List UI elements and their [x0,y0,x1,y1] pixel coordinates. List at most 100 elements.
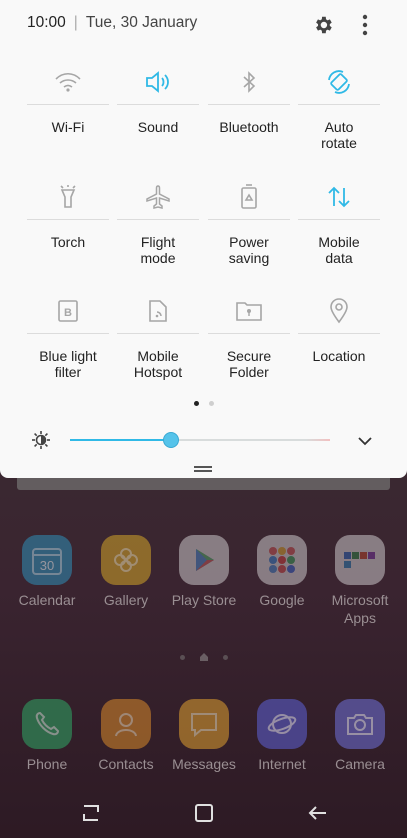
tile-label: Wi-Fi [51,119,85,135]
tile-icon-wrap: B [27,289,109,334]
app-messages[interactable]: Messages [165,699,243,773]
clock: 10:00 [27,14,66,31]
tile-mobile-data[interactable]: Mobile data [298,175,380,266]
hotspot-icon [149,300,167,322]
page-dot [222,654,228,660]
app-play-store[interactable]: Play Store [165,535,243,609]
app-label: Phone [26,756,68,772]
tile-secure-folder[interactable]: Secure Folder [208,289,290,380]
tile-mobile-hotspot[interactable]: Mobile Hotspot [117,289,199,380]
page-dot [208,401,214,406]
app-contacts[interactable]: Contacts [87,699,165,773]
tile-icon-wrap [117,175,199,220]
tile-auto-rotate[interactable]: Auto rotate [298,60,380,151]
brightness-icon [31,430,51,455]
secure-folder-icon [236,302,262,321]
settings-button[interactable] [310,12,336,38]
tile-blue-light-filter[interactable]: B Blue light filter [27,289,109,380]
app-label: Internet [258,756,306,772]
messages-icon [179,699,229,749]
gear-icon [316,16,332,34]
tile-icon-wrap [27,60,109,105]
app-label: Play Store [171,592,237,608]
tile-flight-mode[interactable]: Flight mode [117,175,199,266]
calendar-icon: 30 [22,535,72,585]
tile-power-saving[interactable]: Power saving [208,175,290,266]
navigation-bar [0,790,407,838]
recent-apps-button[interactable] [71,798,111,828]
app-camera[interactable]: Camera [321,699,399,773]
app-calendar[interactable]: 30 Calendar [8,535,86,609]
home-search-bar [17,478,390,490]
panel-drag-handle[interactable] [194,466,212,472]
back-arrow-icon [308,806,326,820]
brightness-track [171,439,330,441]
contacts-icon [101,699,151,749]
sound-icon [146,71,169,93]
brightness-slider-thumb[interactable] [163,432,180,448]
battery-icon [241,184,257,209]
google-folder-icon [257,535,307,585]
home-page-indicator [0,652,407,662]
airplane-icon [146,185,170,209]
brightness-track-fill [70,439,172,441]
app-label: Calendar [18,592,76,608]
tile-bluetooth[interactable]: Bluetooth [208,60,290,135]
tile-label: Power saving [228,234,270,266]
calendar-day: 30 [40,558,54,573]
tile-wifi[interactable]: Wi-Fi [27,60,109,135]
tile-label: Sound [137,119,179,135]
tile-icon-wrap [208,175,290,220]
play-store-icon [179,535,229,585]
tile-label: Location [312,348,366,364]
tile-icon-wrap [117,289,199,334]
blue-light-icon: B [58,300,78,322]
phone-icon [22,699,72,749]
auto-rotate-icon [328,70,350,94]
app-label: Microsoft Apps [331,592,389,626]
tile-icon-wrap [298,175,380,220]
svg-text:B: B [64,307,72,319]
page-dot-active [193,401,199,406]
more-options-button[interactable] [352,12,378,38]
tile-icon-wrap [208,60,290,105]
status-bar: 10:00 | Tue, 30 January [27,14,197,32]
chevron-down-icon [358,436,372,445]
quick-settings-panel: 10:00 | Tue, 30 January Wi-Fi Sound Blueto… [0,0,407,478]
quick-panel-page-indicator [0,401,407,406]
tile-location[interactable]: Location [298,289,380,364]
tile-label: Bluetooth [219,119,279,135]
gallery-icon [101,535,151,585]
tile-label: Torch [50,234,86,250]
tile-icon-wrap [298,60,380,105]
tile-icon-wrap [208,289,290,334]
tile-label: Flight mode [140,234,176,266]
internet-icon [257,699,307,749]
app-phone[interactable]: Phone [8,699,86,773]
app-internet[interactable]: Internet [243,699,321,773]
tile-label: Secure Folder [226,348,272,380]
tile-label: Auto rotate [321,119,357,151]
tile-icon-wrap [27,175,109,220]
page-dot [179,654,185,660]
location-icon [330,298,348,324]
back-button[interactable] [298,798,338,828]
torch-icon [60,185,76,208]
tile-torch[interactable]: Torch [27,175,109,250]
home-button[interactable] [184,798,224,828]
status-separator: | [73,14,78,31]
date: Tue, 30 January [85,14,198,31]
app-label: Gallery [103,592,149,608]
mobile-data-icon [328,186,350,208]
app-microsoft-folder[interactable]: Microsoft Apps [321,535,399,627]
tile-label: Mobile Hotspot [133,348,183,380]
app-label: Camera [335,756,385,772]
expand-brightness-button[interactable] [356,432,374,450]
wifi-icon [55,72,81,92]
more-vertical-icon [362,14,368,36]
app-gallery[interactable]: Gallery [87,535,165,609]
tile-sound[interactable]: Sound [117,60,199,135]
app-google-folder[interactable]: Google [243,535,321,609]
home-square-icon [195,804,213,822]
app-label: Messages [172,756,236,772]
